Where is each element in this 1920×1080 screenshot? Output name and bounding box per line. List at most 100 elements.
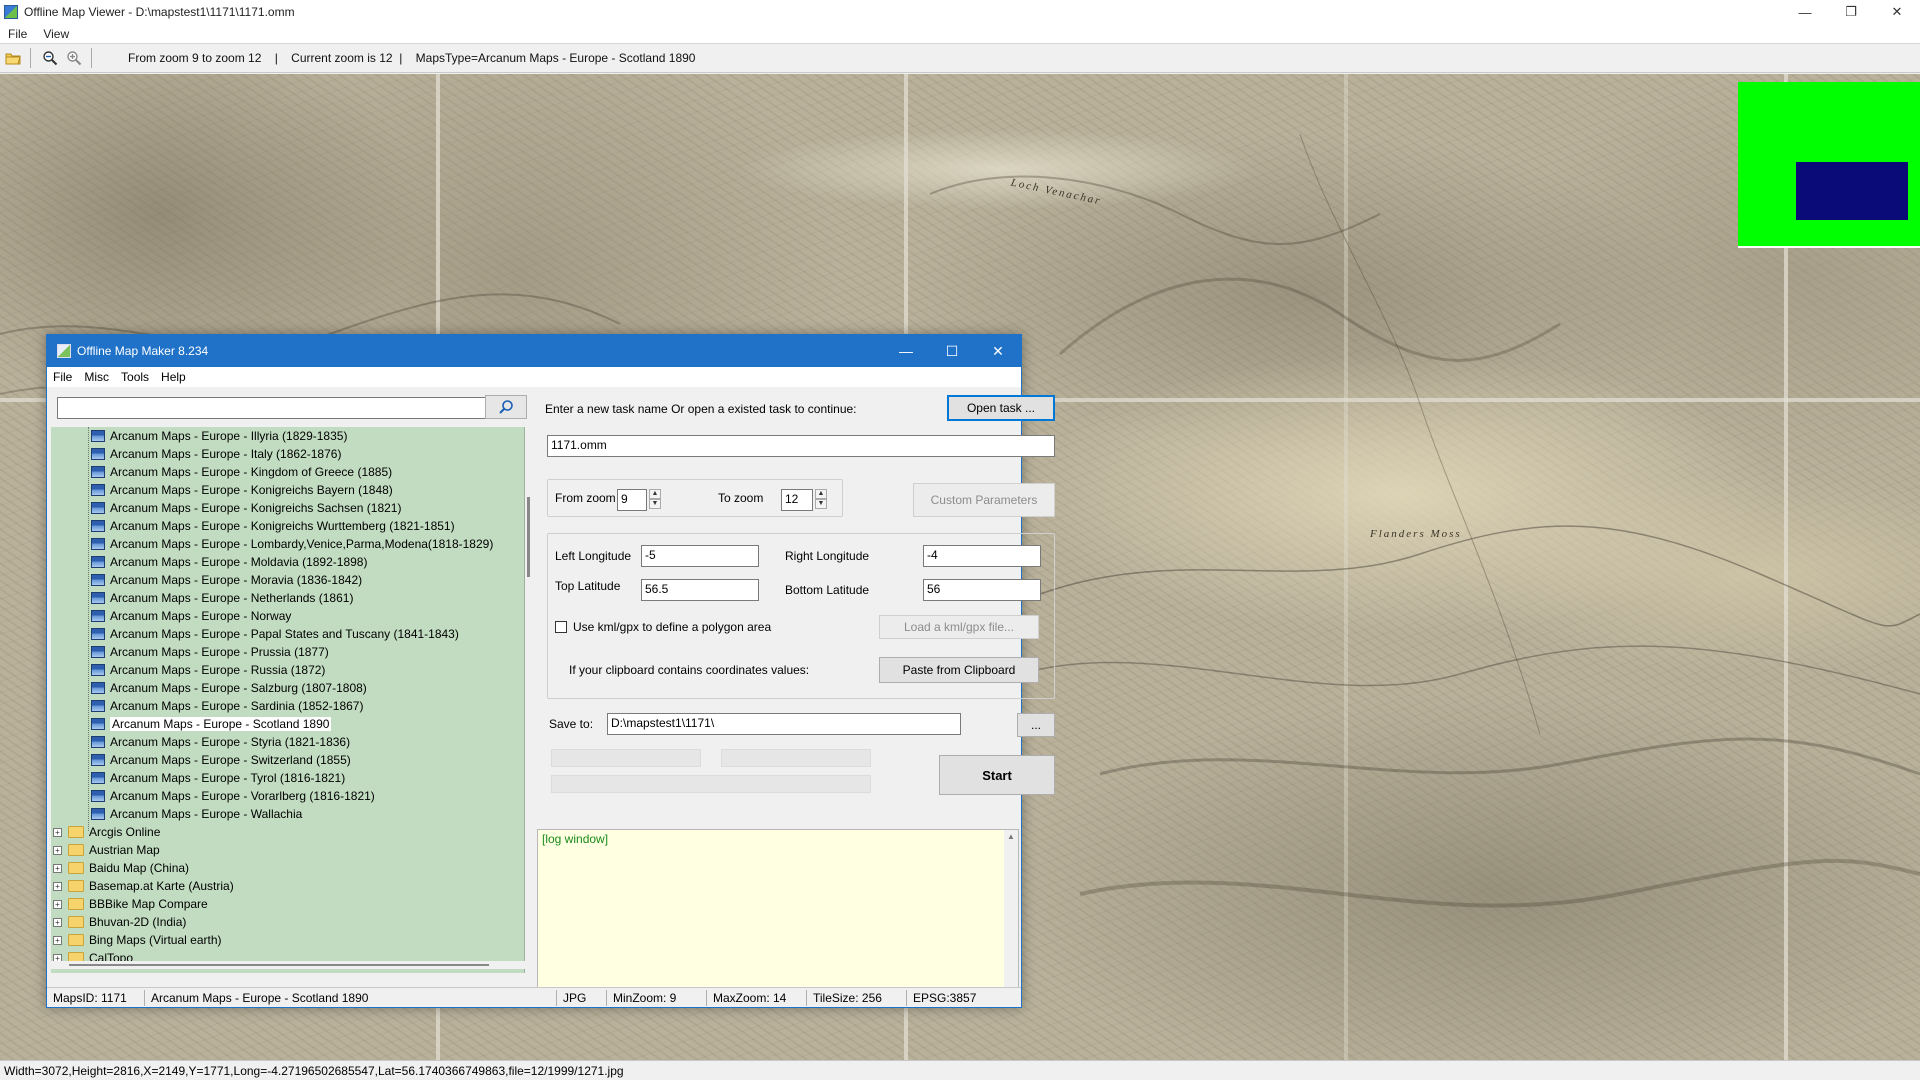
minimap[interactable] — [1738, 82, 1920, 248]
tree-folder-label: Baidu Map (China) — [89, 861, 190, 875]
tree-map-item[interactable]: Arcanum Maps - Europe - Italy (1862-1876… — [51, 445, 524, 463]
load-kml-button[interactable]: Load a kml/gpx file... — [879, 615, 1039, 639]
menu-view[interactable]: View — [35, 27, 77, 41]
tree-map-item[interactable]: Arcanum Maps - Europe - Prussia (1877) — [51, 643, 524, 661]
tree-map-item[interactable]: Arcanum Maps - Europe - Styria (1821-183… — [51, 733, 524, 751]
bottom-latitude-input[interactable]: 56 — [923, 579, 1041, 601]
tree-folder-item[interactable]: + BBBike Map Compare — [51, 895, 524, 913]
tree-folder-item[interactable]: + Bhuvan-2D (India) — [51, 913, 524, 931]
toolbar-separator — [91, 48, 92, 68]
save-path-input[interactable]: D:\mapstest1\1171\ — [607, 713, 961, 735]
paste-clipboard-button[interactable]: Paste from Clipboard — [879, 657, 1039, 683]
open-folder-icon[interactable] — [2, 47, 24, 69]
tree-folder-item[interactable]: + Basemap.at Karte (Austria) — [51, 877, 524, 895]
zoom-in-icon[interactable] — [63, 47, 85, 69]
from-zoom-stepper[interactable]: ▲ ▼ — [649, 489, 663, 511]
restore-button[interactable]: ❐ — [1828, 0, 1874, 24]
maker-menu-misc[interactable]: Misc — [78, 370, 115, 384]
map-source-tree[interactable]: Arcanum Maps - Europe - Illyria (1829-18… — [51, 427, 525, 973]
tree-map-item[interactable]: Arcanum Maps - Europe - Konigreichs Sach… — [51, 499, 524, 517]
start-button[interactable]: Start — [939, 755, 1055, 795]
expand-icon[interactable]: + — [53, 935, 62, 945]
scrollbar-thumb[interactable] — [69, 964, 489, 966]
tree-map-item[interactable]: Arcanum Maps - Europe - Netherlands (186… — [51, 589, 524, 607]
browse-folder-button[interactable]: ... — [1017, 713, 1055, 737]
maker-close-button[interactable]: ✕ — [975, 335, 1021, 367]
tree-map-item[interactable]: Arcanum Maps - Europe - Wallachia — [51, 805, 524, 823]
task-name-input[interactable]: 1171.omm — [547, 435, 1055, 457]
search-button[interactable] — [485, 395, 527, 419]
progress-bar-2 — [721, 749, 871, 767]
tree-map-item[interactable]: Arcanum Maps - Europe - Norway — [51, 607, 524, 625]
progress-bar-total — [551, 775, 871, 793]
expand-icon[interactable]: + — [53, 863, 62, 873]
zoom-out-icon[interactable] — [39, 47, 61, 69]
status-tile-size: TileSize: 256 — [807, 989, 907, 1006]
tree-map-item[interactable]: Arcanum Maps - Europe - Moravia (1836-18… — [51, 571, 524, 589]
tree-folder-item[interactable]: + Bing Maps (Virtual earth) — [51, 931, 524, 949]
to-zoom-input[interactable]: 12 — [781, 489, 813, 511]
tree-folder-item[interactable]: + Baidu Map (China) — [51, 859, 524, 877]
scrollbar-thumb[interactable] — [527, 497, 530, 577]
map-layer-icon — [91, 700, 105, 712]
log-window[interactable]: [log window] ▲ ▼ — [537, 829, 1019, 1005]
expand-icon[interactable]: + — [53, 827, 62, 837]
minimize-button[interactable]: — — [1782, 0, 1828, 24]
folder-icon — [68, 934, 84, 946]
tree-map-item[interactable]: Arcanum Maps - Europe - Konigreichs Baye… — [51, 481, 524, 499]
tree-map-item[interactable]: Arcanum Maps - Europe - Kingdom of Greec… — [51, 463, 524, 481]
tree-map-item[interactable]: Arcanum Maps - Europe - Scotland 1890 — [51, 715, 524, 733]
map-search-input[interactable] — [57, 397, 487, 419]
tree-map-item[interactable]: Arcanum Maps - Europe - Tyrol (1816-1821… — [51, 769, 524, 787]
from-zoom-input[interactable]: 9 — [617, 489, 647, 511]
tree-map-item[interactable]: Arcanum Maps - Europe - Switzerland (185… — [51, 751, 524, 769]
map-layer-icon — [91, 430, 105, 442]
menu-file[interactable]: File — [0, 27, 35, 41]
map-layer-icon — [91, 520, 105, 532]
tree-map-item[interactable]: Arcanum Maps - Europe - Vorarlberg (1816… — [51, 787, 524, 805]
maker-menu-tools[interactable]: Tools — [115, 370, 155, 384]
spin-up-icon[interactable]: ▲ — [815, 489, 827, 499]
right-longitude-input[interactable]: -4 — [923, 545, 1041, 567]
tree-map-item[interactable]: Arcanum Maps - Europe - Salzburg (1807-1… — [51, 679, 524, 697]
maker-minimize-button[interactable]: — — [883, 335, 929, 367]
maker-menu-help[interactable]: Help — [155, 370, 192, 384]
viewer-statusbar: Width=3072,Height=2816,X=2149,Y=1771,Lon… — [0, 1060, 1920, 1080]
tree-horizontal-scrollbar[interactable] — [51, 961, 525, 969]
maker-menu-file[interactable]: File — [47, 370, 78, 384]
use-kml-checkbox[interactable] — [555, 621, 567, 633]
tree-map-item[interactable]: Arcanum Maps - Europe - Moldavia (1892-1… — [51, 553, 524, 571]
tree-map-item[interactable]: Arcanum Maps - Europe - Konigreichs Wurt… — [51, 517, 524, 535]
custom-parameters-button[interactable]: Custom Parameters — [913, 483, 1055, 517]
left-longitude-input[interactable]: -5 — [641, 545, 759, 567]
to-zoom-stepper[interactable]: ▲ ▼ — [815, 489, 829, 511]
tree-item-label: Arcanum Maps - Europe - Papal States and… — [110, 627, 459, 641]
map-layer-icon — [91, 646, 105, 658]
tree-vertical-scrollbar[interactable] — [525, 427, 533, 973]
tree-map-item[interactable]: Arcanum Maps - Europe - Sardinia (1852-1… — [51, 697, 524, 715]
spin-down-icon[interactable]: ▼ — [649, 499, 661, 509]
tree-map-item[interactable]: Arcanum Maps - Europe - Papal States and… — [51, 625, 524, 643]
top-latitude-input[interactable]: 56.5 — [641, 579, 759, 601]
expand-icon[interactable]: + — [53, 845, 62, 855]
tree-folder-item[interactable]: + Arcgis Online — [51, 823, 524, 841]
spin-up-icon[interactable]: ▲ — [649, 489, 661, 499]
maker-maximize-button[interactable]: ☐ — [929, 335, 975, 367]
maker-menubar: File Misc Tools Help — [47, 367, 1021, 387]
tree-map-item[interactable]: Arcanum Maps - Europe - Lombardy,Venice,… — [51, 535, 524, 553]
minimap-viewport[interactable] — [1796, 162, 1908, 220]
spin-down-icon[interactable]: ▼ — [815, 499, 827, 509]
log-scrollbar[interactable]: ▲ ▼ — [1004, 830, 1018, 1004]
scroll-up-icon[interactable]: ▲ — [1004, 830, 1018, 844]
expand-icon[interactable]: + — [53, 881, 62, 891]
tree-folder-item[interactable]: + Austrian Map — [51, 841, 524, 859]
log-text: [log window] — [542, 832, 609, 846]
close-button[interactable]: ✕ — [1874, 0, 1920, 24]
expand-icon[interactable]: + — [53, 899, 62, 909]
tree-item-label: Arcanum Maps - Europe - Sardinia (1852-1… — [110, 699, 364, 713]
open-task-button[interactable]: Open task ... — [947, 395, 1055, 421]
task-prompt-label: Enter a new task name Or open a existed … — [545, 402, 857, 416]
expand-icon[interactable]: + — [53, 917, 62, 927]
tree-map-item[interactable]: Arcanum Maps - Europe - Illyria (1829-18… — [51, 427, 524, 445]
tree-map-item[interactable]: Arcanum Maps - Europe - Russia (1872) — [51, 661, 524, 679]
